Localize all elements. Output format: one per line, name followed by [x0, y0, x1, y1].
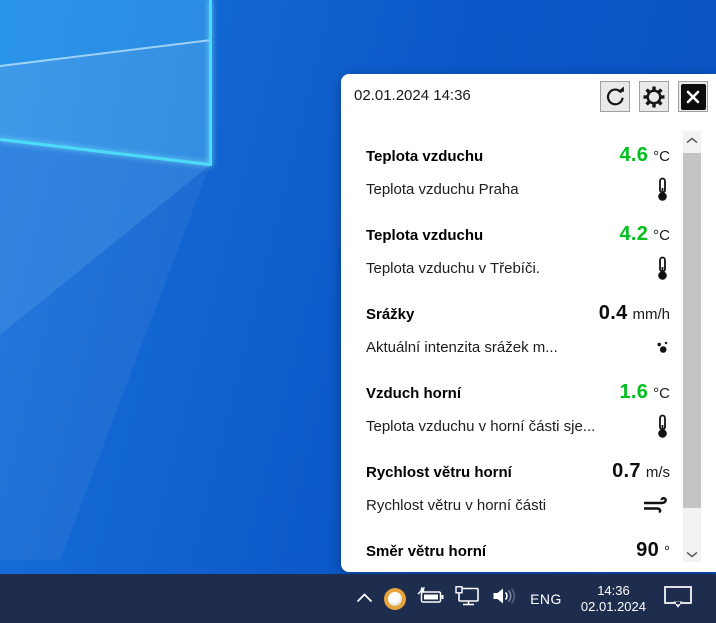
weather-widget-panel: 02.01.2024 14:36 — [341, 74, 716, 572]
sensor-subtitle: Aktuální intenzita srážek m... — [366, 339, 558, 356]
sensor-unit: °C — [653, 385, 670, 402]
battery-charging-icon — [417, 587, 444, 610]
refresh-icon — [604, 86, 626, 108]
tray-app-button[interactable] — [384, 588, 406, 610]
sensor-title: Rychlost větru horní — [366, 464, 512, 481]
volume-button[interactable] — [492, 587, 517, 610]
gear-icon — [642, 85, 666, 109]
sensor-unit: mm/h — [633, 306, 671, 323]
sensor-unit: m/s — [646, 464, 670, 481]
panel-datetime: 02.01.2024 14:36 — [354, 87, 471, 104]
app-ring-icon — [384, 588, 406, 610]
chevron-up-icon — [356, 590, 373, 608]
desktop-screen: 02.01.2024 14:36 — [0, 0, 716, 623]
sensor-subtitle: Teplota vzduchu v horní části sje... — [366, 418, 595, 435]
thermometer-icon — [655, 256, 670, 281]
system-tray: ENG 14:36 02.01.2024 — [356, 574, 716, 623]
sensor-row-precipitation[interactable]: Srážky 0.4 mm/h Aktuální intenzita sráže… — [366, 302, 670, 381]
sensor-row-wind-speed-upper[interactable]: Rychlost větru horní 0.7 m/s Rychlost vě… — [366, 460, 670, 539]
thermometer-icon — [655, 414, 670, 439]
sensor-row-air-upper[interactable]: Vzduch horní 1.6 °C Teplota vzduchu v ho… — [366, 381, 670, 460]
sensor-value: 1.6 — [619, 381, 648, 404]
sensor-title: Srážky — [366, 306, 414, 323]
scrollbar-down-button[interactable] — [683, 545, 701, 562]
taskbar: ENG 14:36 02.01.2024 — [0, 574, 716, 623]
vertical-scrollbar[interactable] — [683, 131, 701, 562]
show-hidden-icons-button[interactable] — [356, 590, 373, 608]
network-status-button[interactable] — [455, 586, 481, 611]
wallpaper-cyan-edge-vertical — [209, 0, 212, 166]
sensor-subtitle: Teplota vzduchu v Třebíči. — [366, 260, 540, 277]
sensor-title: Vzduch horní — [366, 385, 461, 402]
precipitation-icon — [655, 340, 670, 354]
panel-header-buttons — [600, 81, 708, 112]
sensor-unit: °C — [653, 227, 670, 244]
scrollbar-up-button[interactable] — [683, 131, 701, 148]
sensor-value: 4.6 — [619, 144, 648, 167]
action-center-button[interactable] — [663, 585, 693, 613]
taskbar-date: 02.01.2024 — [581, 599, 646, 615]
sensor-row-temperature-praha[interactable]: Teplota vzduchu 4.6 °C Teplota vzduchu P… — [366, 144, 670, 223]
volume-icon — [492, 587, 517, 610]
sensor-title: Teplota vzduchu — [366, 148, 483, 165]
chevron-down-icon — [686, 545, 698, 563]
scrollbar-thumb[interactable] — [683, 153, 701, 508]
sensor-value: 90 — [636, 539, 659, 562]
sensor-title: Teplota vzduchu — [366, 227, 483, 244]
sensor-unit: °C — [653, 148, 670, 165]
refresh-button[interactable] — [600, 81, 630, 112]
sensor-unit: ° — [664, 543, 670, 560]
network-icon — [455, 586, 481, 611]
settings-button[interactable] — [639, 81, 669, 112]
sensor-subtitle: Teplota vzduchu Praha — [366, 181, 519, 198]
thermometer-icon — [655, 177, 670, 202]
sensor-value: 4.2 — [619, 223, 648, 246]
close-button[interactable] — [678, 81, 708, 112]
taskbar-clock[interactable]: 14:36 02.01.2024 — [581, 583, 646, 615]
sensor-value: 0.4 — [599, 302, 628, 325]
sensor-value: 0.7 — [612, 460, 641, 483]
chevron-up-icon — [686, 131, 698, 149]
wind-icon — [642, 496, 670, 514]
notification-icon — [663, 585, 693, 613]
taskbar-time: 14:36 — [581, 583, 646, 599]
close-icon — [681, 84, 706, 110]
sensor-row-temperature-trebic[interactable]: Teplota vzduchu 4.2 °C Teplota vzduchu v… — [366, 223, 670, 302]
sensor-list: Teplota vzduchu 4.6 °C Teplota vzduchu P… — [366, 144, 670, 618]
sensor-title: Směr větru horní — [366, 543, 486, 560]
language-indicator[interactable]: ENG — [528, 591, 564, 607]
battery-status-button[interactable] — [417, 587, 444, 610]
sensor-subtitle: Rychlost větru v horní části — [366, 497, 546, 514]
